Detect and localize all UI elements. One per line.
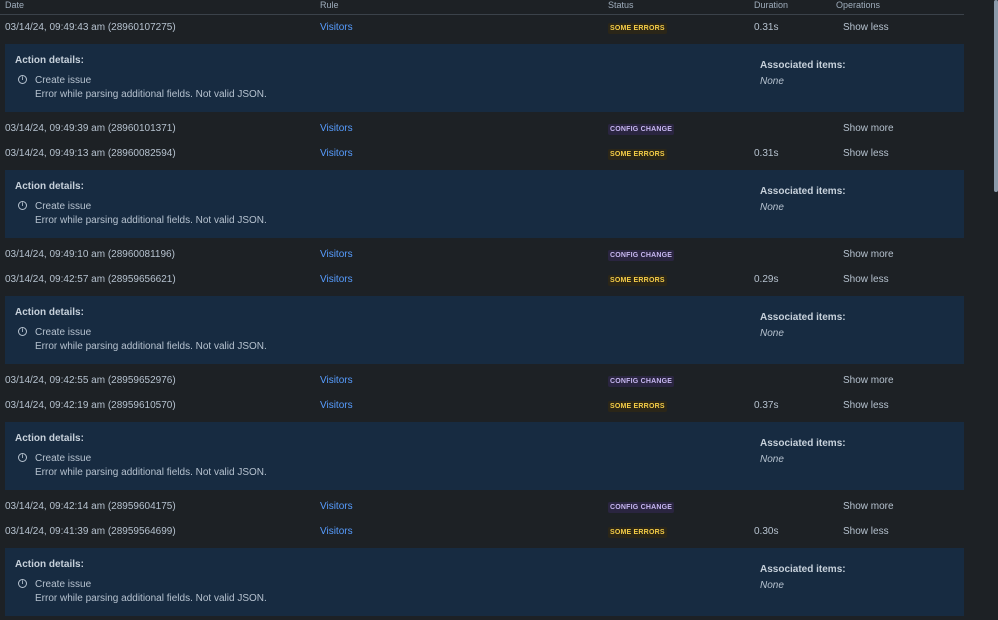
scrollbar-thumb[interactable] (994, 0, 998, 192)
row-date: 03/14/24, 09:49:10 am (28960081196) (5, 249, 175, 260)
show-less-button[interactable]: Show less (843, 400, 889, 411)
action-details-title: Action details: (15, 433, 84, 444)
action-details-panel: Action details: i Create issue Error while … (5, 170, 964, 238)
status-badge: SOME ERRORS (608, 23, 667, 34)
table-row: 03/14/24, 09:42:55 am (28959652976) Visit… (0, 368, 964, 393)
row-duration: 0.37s (754, 400, 779, 411)
row-date: 03/14/24, 09:42:55 am (28959652976) (5, 375, 176, 386)
info-icon: i (18, 201, 27, 210)
action-name: Create issue (35, 75, 92, 86)
action-name: Create issue (35, 453, 92, 464)
rule-link[interactable]: Visitors (320, 375, 353, 386)
info-icon: i (18, 327, 27, 336)
show-more-button[interactable]: Show more (843, 123, 894, 134)
show-more-button[interactable]: Show more (843, 501, 894, 512)
table-row: 03/14/24, 09:49:10 am (28960081196) Visit… (0, 242, 964, 267)
show-less-button[interactable]: Show less (843, 274, 889, 285)
rule-link[interactable]: Visitors (320, 400, 353, 411)
row-date: 03/14/24, 09:49:39 am (28960101371) (5, 123, 176, 134)
associated-items-value: None (760, 454, 784, 465)
row-date: 03/14/24, 09:42:19 am (28959610570) (5, 400, 176, 411)
action-name: Create issue (35, 201, 92, 212)
error-message: Error while parsing additional fields. N… (35, 593, 267, 604)
status-badge: CONFIG CHANGE (608, 502, 675, 513)
row-duration: 0.30s (754, 526, 779, 537)
action-details-panel: Action details: i Create issue Error while … (5, 296, 964, 364)
audit-log-table: Date Rule Status Duration Operations 03/… (0, 0, 964, 620)
action-details-panel: Action details: i Create issue Error while … (5, 548, 964, 616)
show-less-button[interactable]: Show less (843, 148, 889, 159)
action-details-title: Action details: (15, 181, 84, 192)
status-badge: CONFIG CHANGE (608, 376, 675, 387)
row-duration: 0.31s (754, 22, 779, 33)
action-details-title: Action details: (15, 55, 84, 66)
info-icon: i (18, 75, 27, 84)
table-row: 03/14/24, 09:41:39 am (28959564699) Visit… (0, 519, 964, 544)
rule-link[interactable]: Visitors (320, 22, 353, 33)
error-message: Error while parsing additional fields. N… (35, 89, 267, 100)
status-badge: SOME ERRORS (608, 527, 667, 538)
show-less-button[interactable]: Show less (843, 22, 889, 33)
col-date-header: Date (5, 0, 25, 10)
status-badge: CONFIG CHANGE (608, 124, 675, 135)
associated-items-value: None (760, 328, 784, 339)
info-icon: i (18, 453, 27, 462)
associated-items-label: Associated items: (760, 438, 846, 449)
rule-link[interactable]: Visitors (320, 148, 353, 159)
row-date: 03/14/24, 09:42:57 am (28959656621) (5, 274, 176, 285)
row-date: 03/14/24, 09:49:43 am (28960107275) (5, 22, 176, 33)
row-duration: 0.29s (754, 274, 779, 285)
col-status-header: Status (608, 0, 634, 10)
error-message: Error while parsing additional fields. N… (35, 341, 267, 352)
rule-link[interactable]: Visitors (320, 274, 353, 285)
associated-items-label: Associated items: (760, 564, 846, 575)
action-name: Create issue (35, 579, 92, 590)
info-icon: i (18, 579, 27, 588)
associated-items-value: None (760, 202, 784, 213)
action-details-panel: Action details: i Create issue Error while … (5, 44, 964, 112)
col-duration-header: Duration (754, 0, 789, 10)
rule-link[interactable]: Visitors (320, 526, 353, 537)
action-details-title: Action details: (15, 307, 84, 318)
associated-items-value: None (760, 76, 784, 87)
row-date: 03/14/24, 09:41:39 am (28959564699) (5, 526, 176, 537)
status-badge: SOME ERRORS (608, 149, 667, 160)
table-row: 03/14/24, 09:49:39 am (28960101371) Visit… (0, 116, 964, 141)
row-date: 03/14/24, 09:49:13 am (28960082594) (5, 148, 176, 159)
show-less-button[interactable]: Show less (843, 526, 889, 537)
table-row: 03/14/24, 09:42:19 am (28959610570) Visit… (0, 393, 964, 418)
action-name: Create issue (35, 327, 92, 338)
rule-link[interactable]: Visitors (320, 123, 353, 134)
error-message: Error while parsing additional fields. N… (35, 215, 267, 226)
table-row: 03/14/24, 09:42:57 am (28959656621) Visit… (0, 267, 964, 292)
status-badge: SOME ERRORS (608, 275, 667, 286)
show-more-button[interactable]: Show more (843, 375, 894, 386)
table-row: 03/14/24, 09:49:13 am (28960082594) Visit… (0, 141, 964, 166)
row-date: 03/14/24, 09:42:14 am (28959604175) (5, 501, 176, 512)
show-more-button[interactable]: Show more (843, 249, 894, 260)
col-operations-header: Operations (836, 0, 881, 10)
action-details-panel: Action details: i Create issue Error while … (5, 422, 964, 490)
action-details-title: Action details: (15, 559, 84, 570)
associated-items-label: Associated items: (760, 60, 846, 71)
associated-items-label: Associated items: (760, 312, 846, 323)
status-badge: CONFIG CHANGE (608, 250, 675, 261)
col-rule-header: Rule (320, 0, 339, 10)
associated-items-label: Associated items: (760, 186, 846, 197)
table-row: 03/14/24, 09:49:43 am (28960107275) Visit… (0, 15, 964, 40)
row-duration: 0.31s (754, 148, 779, 159)
rule-link[interactable]: Visitors (320, 249, 353, 260)
table-header: Date Rule Status Duration Operations (0, 0, 964, 15)
status-badge: SOME ERRORS (608, 401, 667, 412)
rule-link[interactable]: Visitors (320, 501, 353, 512)
table-row: 03/14/24, 09:42:14 am (28959604175) Visit… (0, 494, 964, 519)
table-body: 03/14/24, 09:49:43 am (28960107275) Visit… (0, 15, 964, 616)
error-message: Error while parsing additional fields. N… (35, 467, 267, 478)
associated-items-value: None (760, 580, 784, 591)
